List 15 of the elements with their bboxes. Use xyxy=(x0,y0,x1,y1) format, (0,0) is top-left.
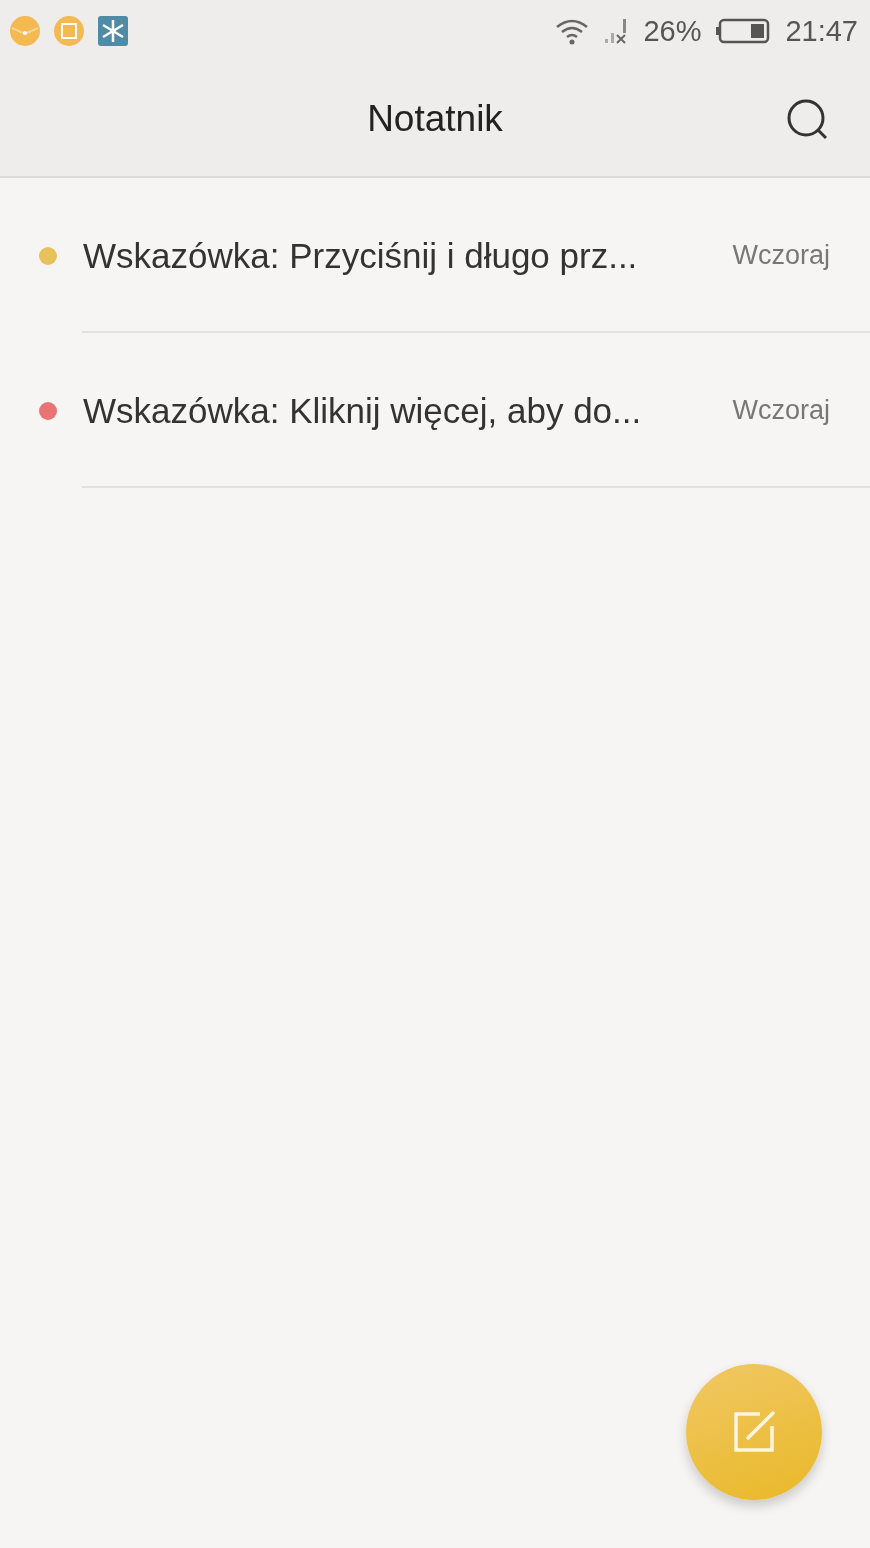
note-title[interactable]: Wskazówka: Przyciśnij i długo prz... xyxy=(83,235,733,276)
search-icon xyxy=(786,98,830,142)
clock: 21:47 xyxy=(785,14,858,48)
snowflake-icon xyxy=(98,16,128,46)
notification-icon xyxy=(54,16,84,46)
app-title: Notatnik xyxy=(367,98,503,140)
battery-percentage: 26% xyxy=(643,14,702,48)
note-title[interactable]: Wskazówka: Kliknij więcej, aby do... xyxy=(83,390,733,431)
search-button[interactable] xyxy=(786,98,830,142)
edit-icon xyxy=(732,1410,776,1454)
note-date: Wczoraj xyxy=(732,395,830,426)
note-date: Wczoraj xyxy=(732,240,830,271)
notification-icon xyxy=(10,16,40,46)
battery-icon xyxy=(715,18,772,44)
wifi-icon xyxy=(555,17,590,45)
